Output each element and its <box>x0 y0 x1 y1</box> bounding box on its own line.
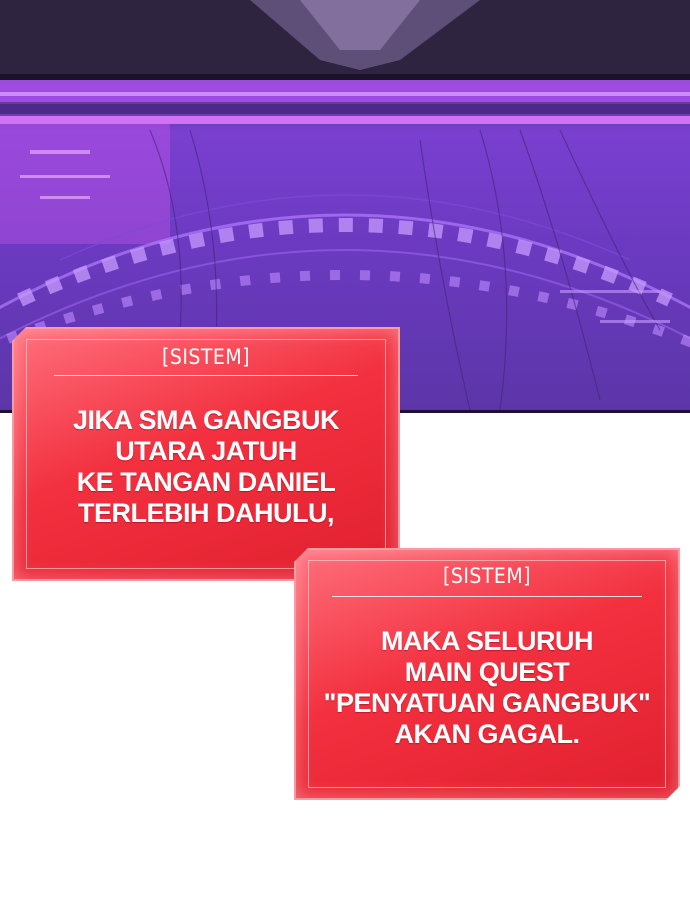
system-label: [SISTEM] <box>442 564 532 588</box>
message-line: UTARA JATUH <box>115 436 297 466</box>
system-message-box-2: [SISTEM] MAKA SELURUH MAIN QUEST "PENYAT… <box>294 548 680 800</box>
message-line: AKAN GAGAL. <box>394 719 580 749</box>
message-line: JIKA SMA GANGBUK <box>72 405 339 435</box>
system-label-divider <box>54 375 358 376</box>
message-line: TERLEBIH DAHULU, <box>78 498 334 528</box>
system-label-divider <box>332 596 642 597</box>
system-message-text: MAKA SELURUH MAIN QUEST "PENYATUAN GANGB… <box>296 626 678 750</box>
message-line: KE TANGAN DANIEL <box>76 467 336 497</box>
message-line: "PENYATUAN GANGBUK" <box>323 688 651 718</box>
message-line: MAIN QUEST <box>404 657 570 687</box>
system-message-box-1: [SISTEM] JIKA SMA GANGBUK UTARA JATUH KE… <box>12 327 400 581</box>
system-message-text: JIKA SMA GANGBUK UTARA JATUH KE TANGAN D… <box>14 405 398 529</box>
system-label: [SISTEM] <box>161 345 251 369</box>
message-line: MAKA SELURUH <box>381 626 593 656</box>
